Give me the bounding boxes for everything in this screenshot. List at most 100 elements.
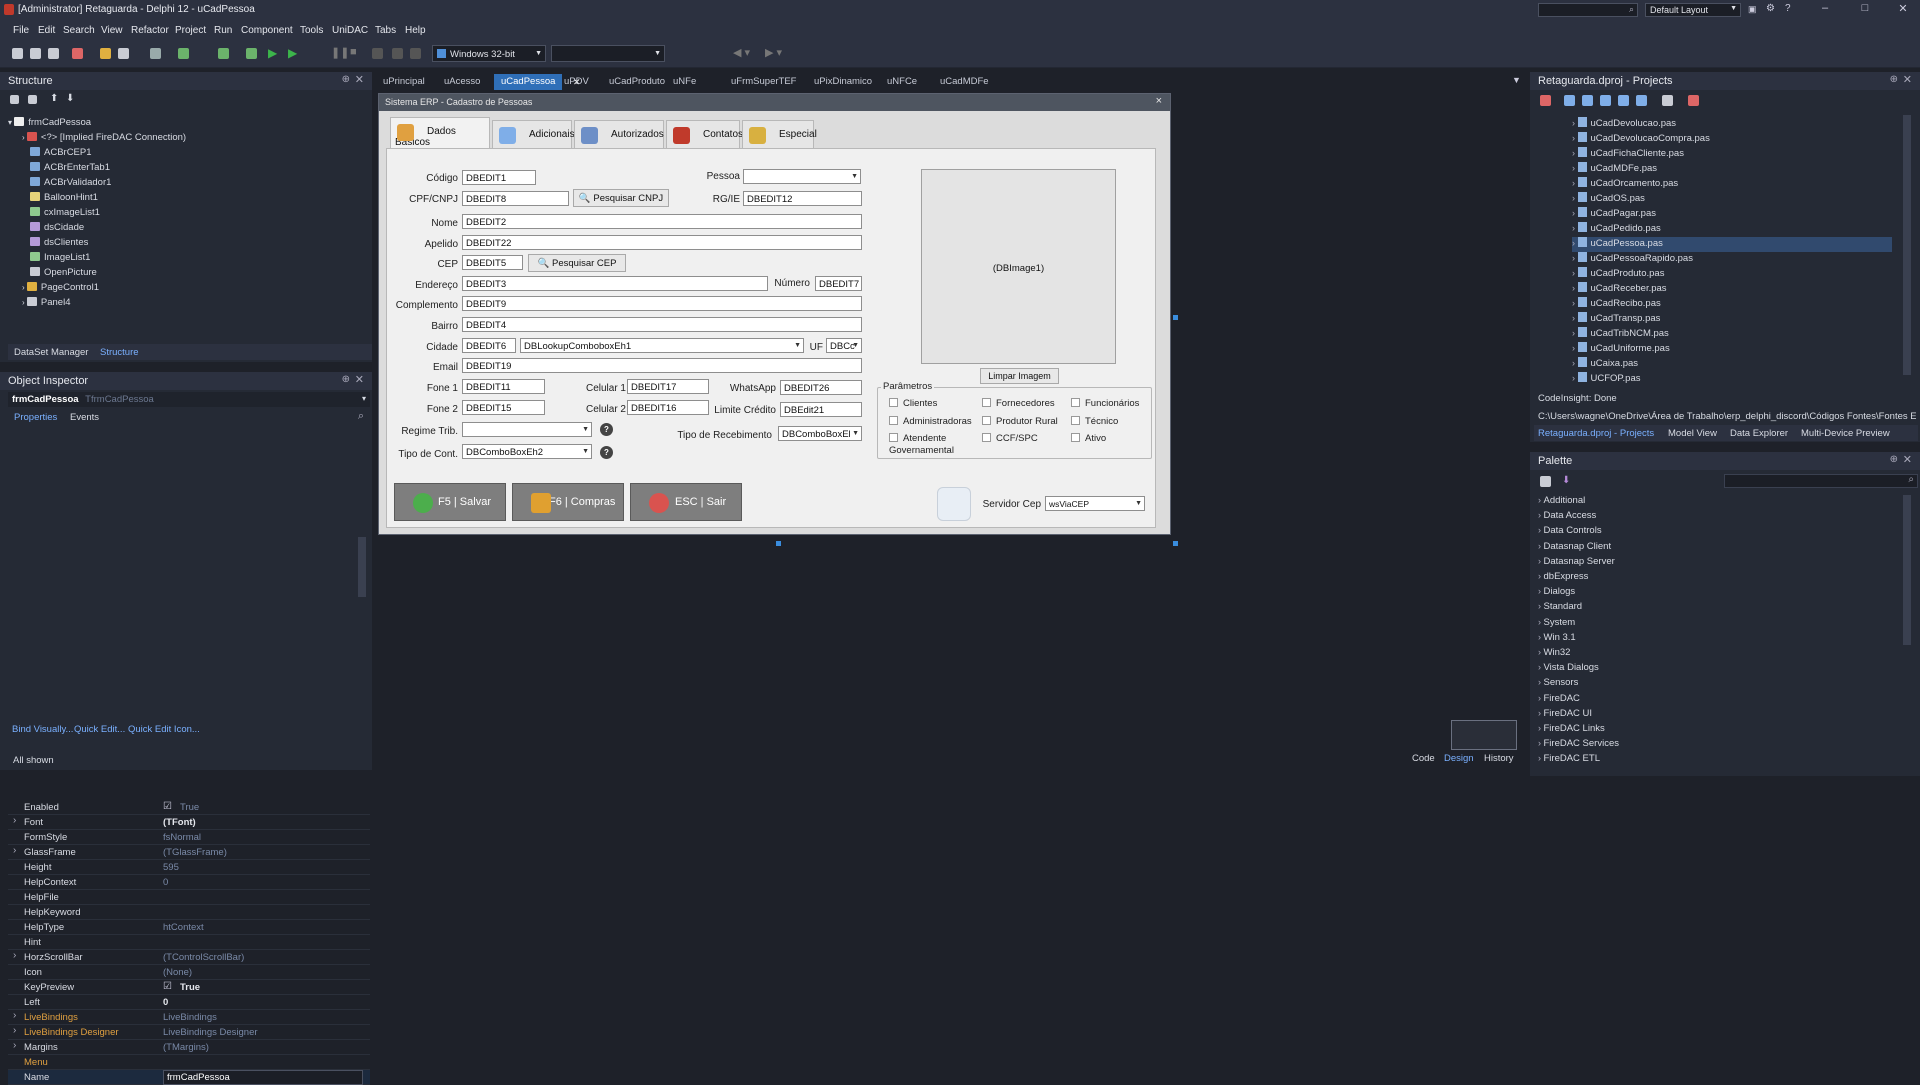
- property-row[interactable]: Font (TFont) ›: [8, 815, 370, 830]
- new-icon[interactable]: [12, 48, 23, 59]
- rg-field[interactable]: DBEDIT12: [743, 191, 862, 206]
- back-icon[interactable]: ◀ ▾: [733, 46, 750, 59]
- pin-icon[interactable]: ⊕: [1890, 454, 1898, 465]
- tab-dataset-manager[interactable]: DataSet Manager: [14, 347, 88, 358]
- regime-select[interactable]: ▼: [462, 422, 592, 437]
- property-row[interactable]: Hint: [8, 935, 370, 950]
- project-tool-2-icon[interactable]: [1564, 95, 1575, 106]
- run-without-debug-icon[interactable]: ▶: [288, 46, 297, 60]
- close-icon[interactable]: ✕: [1903, 453, 1912, 466]
- close-button[interactable]: ✕: [1888, 2, 1918, 18]
- expand-icon[interactable]: ›: [13, 1025, 16, 1036]
- menu-refactor[interactable]: Refactor: [131, 25, 169, 36]
- help-icon[interactable]: ?: [1785, 3, 1791, 14]
- property-value[interactable]: LiveBindings Designer: [163, 1027, 258, 1038]
- property-value[interactable]: 0: [163, 877, 168, 888]
- project-file[interactable]: › uCadOrcamento.pas: [1572, 177, 1892, 192]
- pin-icon[interactable]: ⊕: [342, 374, 350, 385]
- tree-item[interactable]: › <?> [Implied FireDAC Connection): [22, 132, 186, 147]
- menu-run[interactable]: Run: [214, 25, 232, 36]
- tree-item[interactable]: ImageList1: [30, 252, 90, 267]
- palette-category[interactable]: › FireDAC Services: [1536, 738, 1619, 753]
- chk-ativo[interactable]: Ativo: [1071, 433, 1106, 444]
- apelido-field[interactable]: DBEDIT22: [462, 235, 862, 250]
- menu-edit[interactable]: Edit: [38, 25, 55, 36]
- chk-funcionarios[interactable]: Funcionários: [1071, 398, 1139, 409]
- expand-icon[interactable]: ›: [13, 1040, 16, 1051]
- maximize-button[interactable]: □: [1850, 2, 1880, 18]
- pause-icon[interactable]: ❚❚: [331, 46, 349, 59]
- tab-ufrmsupertef[interactable]: uFrmSuperTEF: [724, 74, 803, 90]
- project-file[interactable]: › uCadTribNCM.pas: [1572, 327, 1892, 342]
- open-project-icon[interactable]: [48, 48, 59, 59]
- remove-icon[interactable]: [72, 48, 83, 59]
- palette-filter-icon[interactable]: ⬇: [1562, 475, 1570, 486]
- layout-save-icon[interactable]: ▣: [1748, 4, 1757, 15]
- menu-help[interactable]: Help: [405, 25, 426, 36]
- inspector-scrollbar[interactable]: [358, 537, 366, 597]
- chk-tecnico[interactable]: Técnico: [1071, 416, 1118, 427]
- palette-category[interactable]: › FireDAC UI: [1536, 708, 1592, 723]
- property-row[interactable]: Menu: [8, 1055, 370, 1070]
- tree-item[interactable]: › Panel4: [22, 297, 70, 312]
- servidor-cep-select[interactable]: wsViaCEP ▼: [1045, 496, 1145, 511]
- help-icon[interactable]: ?: [600, 423, 613, 436]
- forward-icon[interactable]: ▶ ▾: [765, 46, 782, 59]
- search-icon[interactable]: ⌕: [358, 410, 364, 423]
- move-down-icon[interactable]: ⬇: [66, 93, 74, 104]
- palette-category[interactable]: › Additional: [1536, 495, 1585, 510]
- dbimage[interactable]: (DBImage1): [921, 169, 1116, 364]
- property-value[interactable]: True: [180, 982, 200, 993]
- tab-uprincipal[interactable]: uPrincipal: [376, 74, 432, 90]
- palette-category[interactable]: › FireDAC ETL: [1536, 753, 1600, 768]
- tab-dados-basicos[interactable]: Dados Basicos: [390, 117, 490, 149]
- property-value[interactable]: 0: [163, 997, 168, 1008]
- ide-search-input[interactable]: ⌕: [1538, 3, 1638, 17]
- palette-category[interactable]: › Win 3.1: [1536, 632, 1576, 647]
- tab-unfce[interactable]: uNFCe: [880, 74, 924, 90]
- codigo-field[interactable]: DBEDIT1: [462, 170, 536, 185]
- sair-button[interactable]: ESC | Sair: [630, 483, 742, 521]
- tab-events[interactable]: Events: [70, 412, 99, 423]
- property-row[interactable]: HelpContext 0: [8, 875, 370, 890]
- whats-field[interactable]: DBEDIT26: [780, 380, 862, 395]
- tab-ucadmdfe[interactable]: uCadMDFe: [933, 74, 996, 90]
- menu-file[interactable]: File: [13, 25, 29, 36]
- palette-category[interactable]: › Datasnap Server: [1536, 556, 1615, 571]
- property-row[interactable]: LiveBindings LiveBindings ›: [8, 1010, 370, 1025]
- fone1-field[interactable]: DBEDIT11: [462, 379, 545, 394]
- tab-autorizados[interactable]: Autorizados: [574, 120, 664, 149]
- tab-ucadproduto[interactable]: uCadProduto: [602, 74, 672, 90]
- property-row[interactable]: KeyPreview ☑ True: [8, 980, 370, 995]
- tree-item[interactable]: › PageControl1: [22, 282, 99, 297]
- menu-project[interactable]: Project: [175, 25, 206, 36]
- expand-icon[interactable]: ›: [13, 950, 16, 961]
- cel2-field[interactable]: DBEDIT16: [627, 400, 709, 415]
- palette-category[interactable]: › Vista Dialogs: [1536, 662, 1599, 677]
- save-all-icon[interactable]: [118, 48, 129, 59]
- object-selector[interactable]: frmCadPessoa TfrmCadPessoa ▾: [8, 392, 370, 407]
- limpar-imagem-button[interactable]: Limpar Imagem: [980, 368, 1059, 384]
- project-file[interactable]: › uCadProduto.pas: [1572, 267, 1892, 282]
- property-row[interactable]: Name frmCadPessoa: [8, 1070, 370, 1085]
- property-row[interactable]: HelpFile: [8, 890, 370, 905]
- project-file[interactable]: › uCadMDFe.pas: [1572, 162, 1892, 177]
- cep-field[interactable]: DBEDIT5: [462, 255, 523, 270]
- project-file[interactable]: › UCFOP.pas: [1572, 372, 1892, 387]
- project-file[interactable]: › uCadRecibo.pas: [1572, 297, 1892, 312]
- tiporec-select[interactable]: DBComboBoxEl ▼: [778, 426, 862, 441]
- email-field[interactable]: DBEDIT19: [462, 358, 862, 373]
- tab-upixdinamico[interactable]: uPixDinamico: [807, 74, 879, 90]
- platform-select[interactable]: Windows 32-bit ▼: [432, 45, 546, 62]
- property-value[interactable]: 595: [163, 862, 179, 873]
- palette-category[interactable]: › Standard: [1536, 601, 1582, 616]
- tree-item[interactable]: cxImageList1: [30, 207, 100, 222]
- endereco-field[interactable]: DBEDIT3: [462, 276, 768, 291]
- tree-root[interactable]: ▾ frmCadPessoa: [8, 117, 91, 132]
- palette-category[interactable]: › Dialogs: [1536, 586, 1575, 601]
- project-tool-6-icon[interactable]: [1636, 95, 1647, 106]
- project-tool-3-icon[interactable]: [1582, 95, 1593, 106]
- salvar-button[interactable]: F5 | Salvar: [394, 483, 506, 521]
- tree-item[interactable]: dsCidade: [30, 222, 84, 237]
- project-file[interactable]: › uCadPessoaRapido.pas: [1572, 252, 1892, 267]
